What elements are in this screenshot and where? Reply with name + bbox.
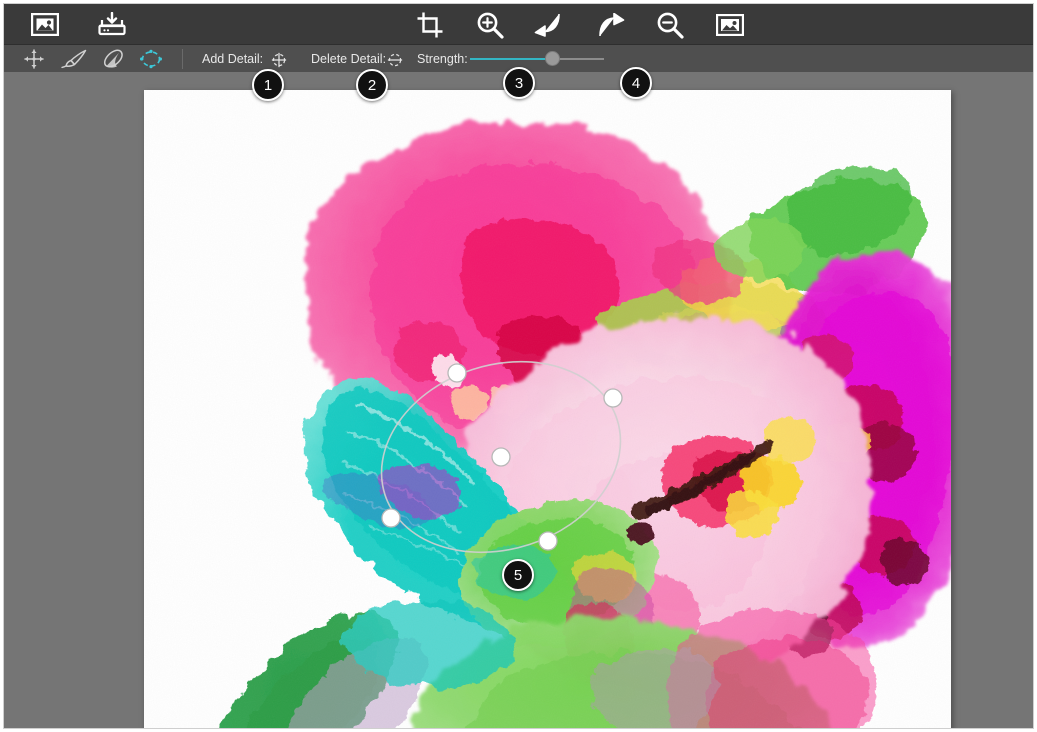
artboard-image[interactable] <box>144 90 951 728</box>
toolbar-divider <box>182 49 183 69</box>
slider-filled-track <box>470 58 552 60</box>
callout-badge-2-number: 2 <box>367 76 377 94</box>
callout-badge-1-number: 1 <box>263 76 273 94</box>
zoom-out-icon[interactable] <box>655 11 685 39</box>
redo-icon[interactable] <box>595 13 625 37</box>
callout-badge-5-number: 5 <box>513 566 523 584</box>
paintbrush-tool-icon[interactable] <box>61 49 87 69</box>
delete-detail-target-icon[interactable] <box>386 51 404 69</box>
ellipse-select-tool-icon[interactable] <box>139 49 163 69</box>
strength-slider[interactable] <box>470 51 604 66</box>
application-window: Add Detail: Delete Detail: Strength: App… <box>4 4 1033 728</box>
fit-to-screen-icon[interactable] <box>715 13 745 36</box>
callout-badge-5: 5 <box>502 559 534 591</box>
callout-badge-3: 3 <box>503 67 535 99</box>
watercolor-artwork <box>144 90 951 728</box>
zoom-in-icon[interactable] <box>475 11 505 39</box>
strength-label: Strength: <box>417 52 468 66</box>
pan-tool-icon[interactable] <box>22 49 46 69</box>
undo-icon[interactable] <box>534 13 564 37</box>
open-image-icon[interactable] <box>30 12 60 36</box>
callout-badge-4-number: 4 <box>631 74 641 92</box>
save-image-icon[interactable] <box>97 12 127 36</box>
crop-icon[interactable] <box>416 12 444 37</box>
callout-badge-4: 4 <box>620 67 652 99</box>
add-detail-label: Add Detail: <box>202 52 264 66</box>
eraser-tool-icon[interactable] <box>101 49 125 69</box>
add-detail-target-icon[interactable] <box>270 51 288 69</box>
callout-badge-1: 1 <box>252 69 284 101</box>
callout-badge-2: 2 <box>356 69 388 101</box>
strength-slider-thumb[interactable] <box>545 51 560 66</box>
callout-badge-3-number: 3 <box>514 74 524 92</box>
main-toolbar <box>4 4 1033 44</box>
canvas-area[interactable] <box>4 72 1033 728</box>
